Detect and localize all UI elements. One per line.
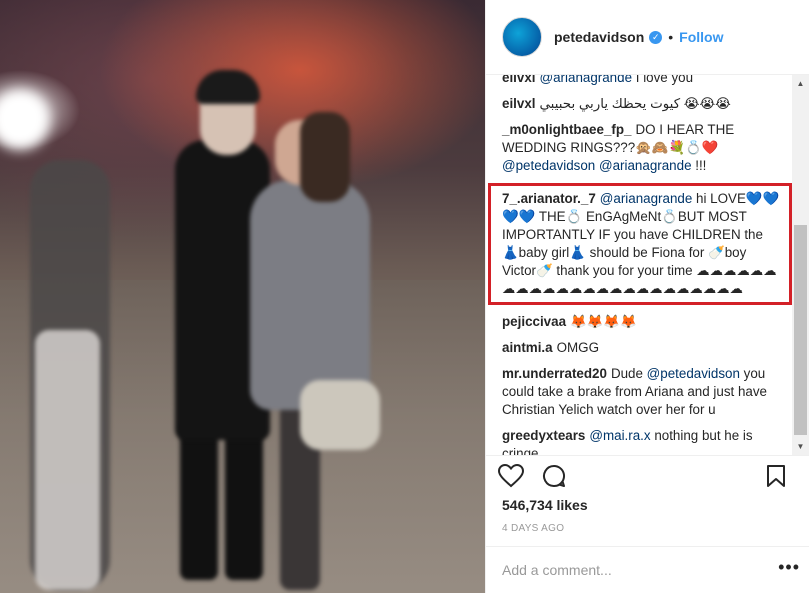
comment-item: greedyxtears @mai.ra.x nothing but he is … [502,427,780,455]
comment-item: eilvxl @arianagrande I love you [502,75,780,87]
add-comment-input[interactable] [502,559,752,581]
heart-icon[interactable] [498,464,524,488]
comment-text: !!! [691,158,707,173]
comment-item: aintmi.a OMGG [502,339,780,357]
scrollbar-thumb[interactable] [794,225,807,435]
comment-item: pejiccivaa 🦊🦊🦊🦊 [502,313,780,331]
mention-link[interactable]: @arianagrande [540,75,633,85]
comment-item: _m0onlightbaee_fp_ DO I HEAR THE WEDDING … [502,121,780,175]
mention-link[interactable]: @arianagrande [600,191,693,206]
separator-dot: • [668,29,674,45]
photo-woman-body [250,180,370,410]
post-panel: petedavidson ✓ • Follow eilvxl @arianagra… [485,0,809,593]
comments-list[interactable]: eilvxl @arianagrande I love you eilvxl كيوت… [486,75,809,455]
comment-text: كيوت يحظك ياربي بحبيبي 😭😭😭 [539,96,731,111]
highlighted-comment: 7_.arianator._7 @arianagrande hi LOVE💙💙💙💙… [488,183,792,305]
likes-count[interactable]: 546,734 likes [502,497,588,513]
action-bar [486,455,809,495]
scroll-up-arrow-icon[interactable]: ▲ [792,75,809,92]
mention-link[interactable]: @petedavidson [647,366,740,381]
post-photo[interactable] [0,0,485,593]
photo-woman-hair [300,112,350,202]
mention-link[interactable]: @mai.ra.x [589,428,650,443]
comments-scrollbar[interactable]: ▲ ▼ [792,75,809,455]
comment-text: hi LOVE💙💙💙💙 THE💍 EnGAgMeNt💍BUT MOST IMPO… [502,191,780,296]
photo-man-cap [196,70,260,104]
username[interactable]: petedavidson [554,29,644,45]
photo-man-leg [180,420,218,580]
scroll-down-arrow-icon[interactable]: ▼ [792,438,809,455]
photo-woman-coat [300,380,380,450]
comment-username[interactable]: _m0onlightbaee_fp_ [502,122,631,137]
verified-badge-icon: ✓ [649,30,663,44]
comment-text: I love you [632,75,694,85]
comment-username[interactable]: 7_.arianator._7 [502,191,596,206]
comment-text: OMGG [556,340,600,355]
post-header: petedavidson ✓ • Follow [486,0,809,75]
avatar[interactable] [502,17,542,57]
add-comment-section: ••• [486,546,809,593]
post-timestamp[interactable]: 4 DAYS AGO [502,523,564,534]
comment-username[interactable]: eilvxl [502,96,536,111]
comment-text: 🦊🦊🦊🦊 [570,314,637,329]
mention-link[interactable]: @petedavidson [502,158,595,173]
bookmark-icon[interactable] [766,464,786,488]
follow-button[interactable]: Follow [679,29,723,45]
photo-light [0,90,50,150]
more-options-icon[interactable]: ••• [778,557,800,578]
mention-link[interactable]: @arianagrande [599,158,692,173]
comment-username[interactable]: greedyxtears [502,428,585,443]
photo-man-leg [225,420,263,580]
comment-username[interactable]: aintmi.a [502,340,553,355]
comment-item: eilvxl كيوت يحظك ياربي بحبيبي 😭😭😭 [502,95,780,113]
comment-text: Dude [610,366,647,381]
photo-background-person-legs [35,330,100,590]
comment-username[interactable]: pejiccivaa [502,314,566,329]
comment-item: mr.underrated20 Dude @petedavidson you co… [502,365,780,419]
comment-icon[interactable] [542,464,566,488]
comment-username[interactable]: mr.underrated20 [502,366,607,381]
comment-username[interactable]: eilvxl [502,75,536,85]
